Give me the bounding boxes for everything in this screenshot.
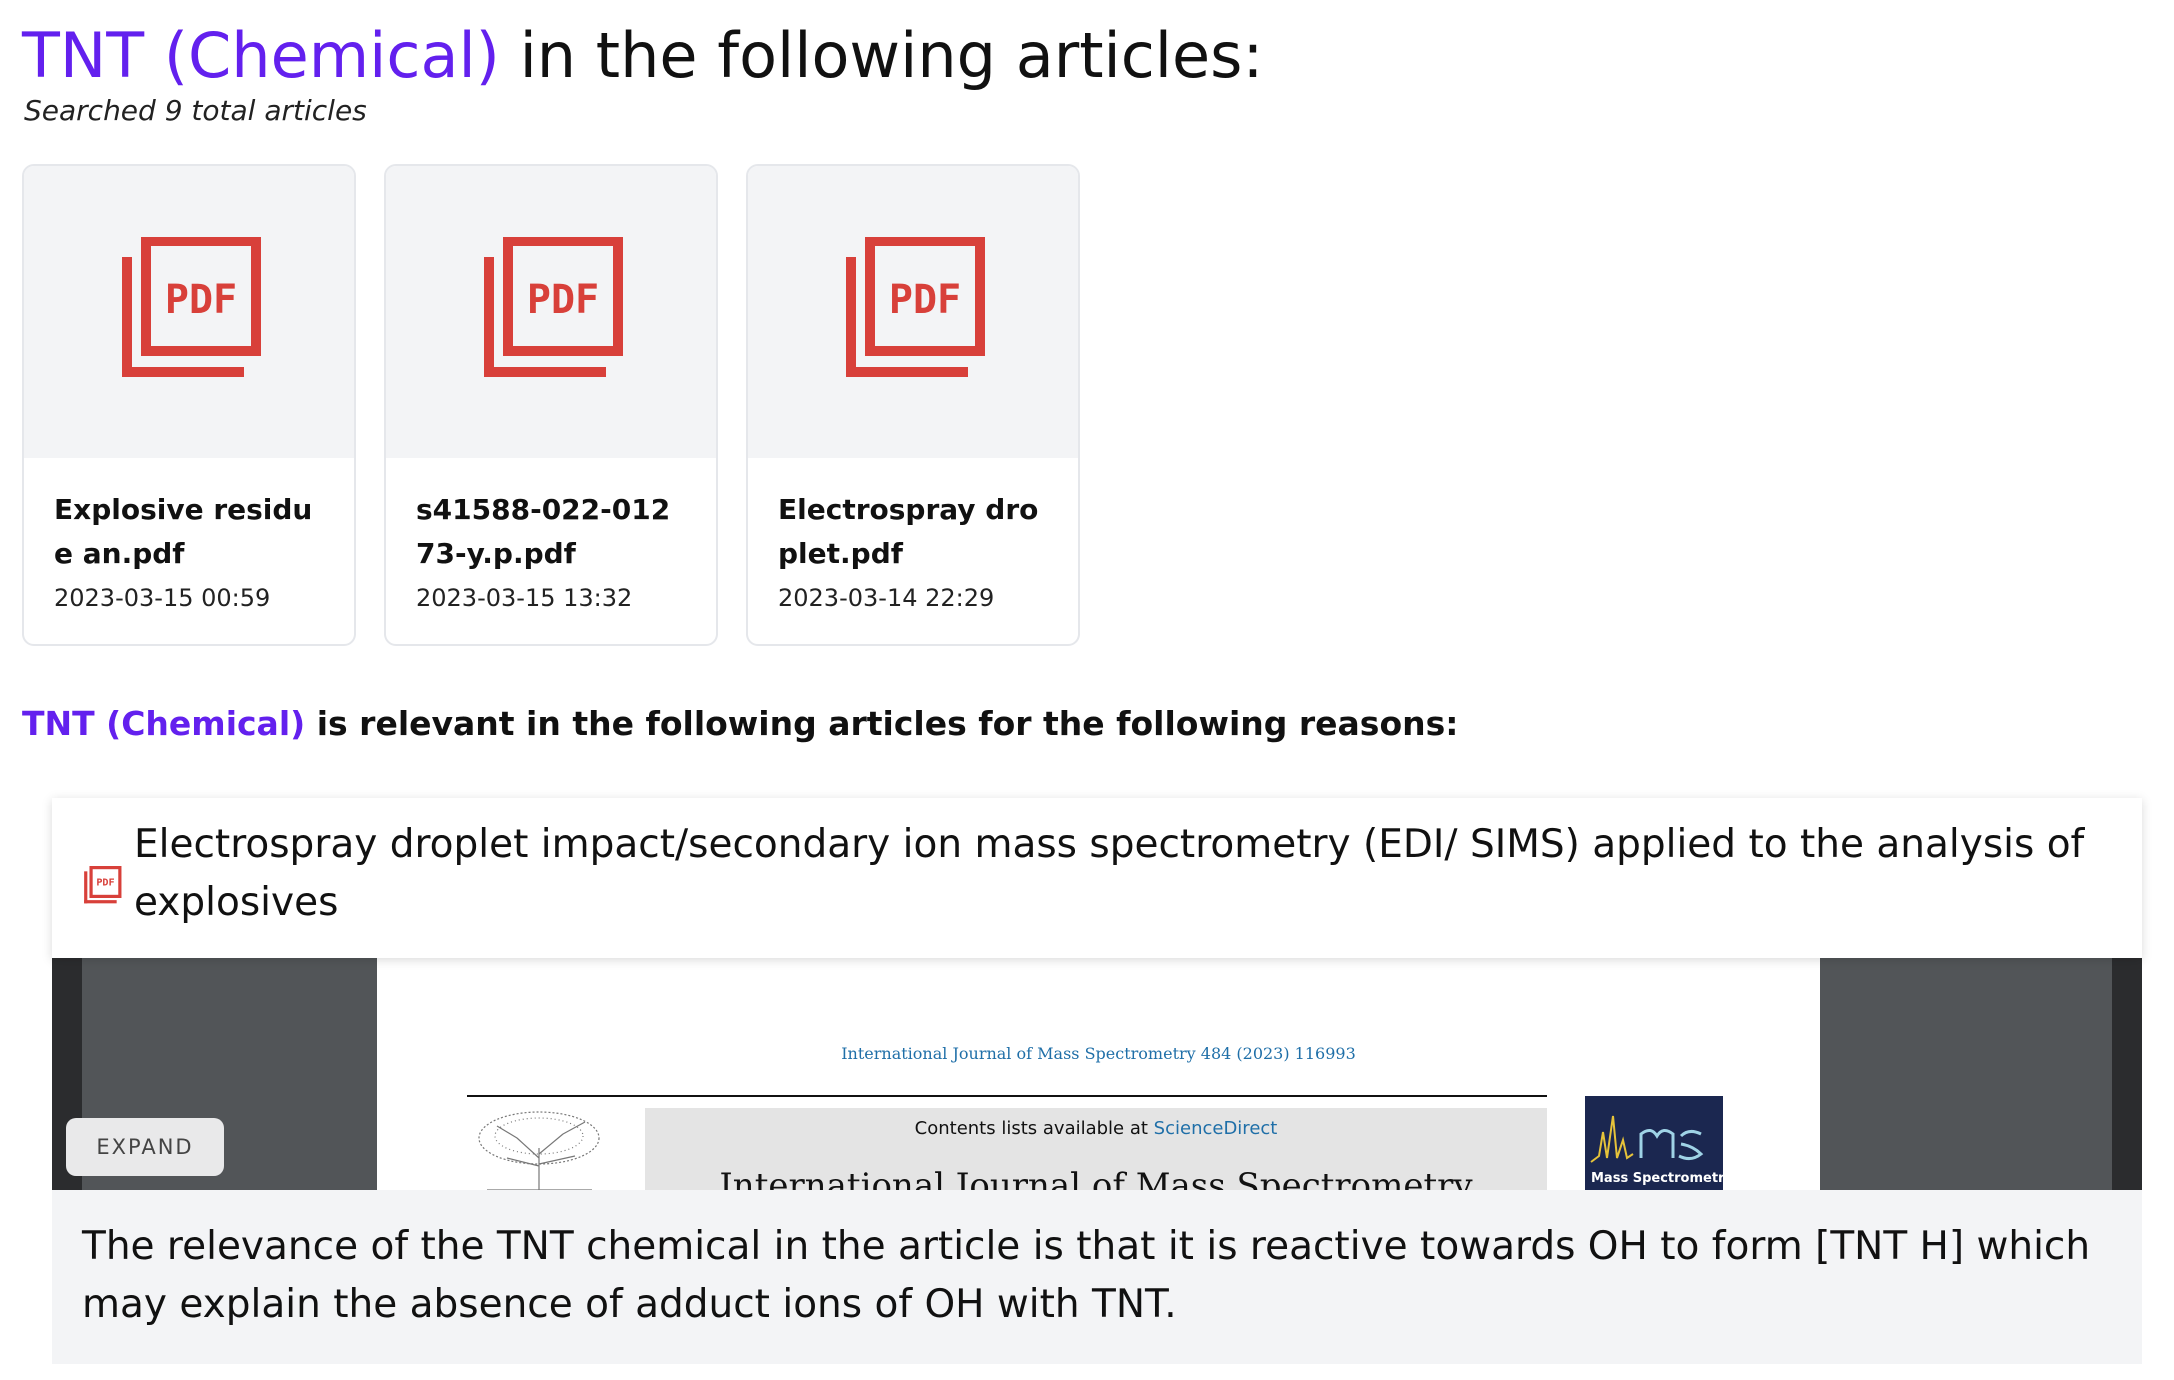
search-summary: Searched 9 total articles <box>24 94 367 127</box>
contents-box: Contents lists available at ScienceDirec… <box>645 1108 1547 1190</box>
svg-text:PDF: PDF <box>889 277 961 323</box>
journal-cover: Mass Spectrometry <box>1585 1096 1723 1190</box>
preview-margin-right <box>1818 958 2112 1190</box>
page-title: TNT (Chemical) in the following articles… <box>22 14 1263 98</box>
article-file-name: Explosive residue an.pdf <box>54 493 313 570</box>
article-thumbnail: PDF <box>386 166 716 458</box>
article-card[interactable]: PDF s41588-022-01273-y.p.pdf 2023-03-15 … <box>384 164 718 646</box>
article-cards: PDF Explosive residue an.pdf 2023-03-15 … <box>22 164 1080 646</box>
journal-citation: International Journal of Mass Spectromet… <box>841 1044 1356 1063</box>
article-card[interactable]: PDF Electrospray droplet.pdf 2023-03-14 … <box>746 164 1080 646</box>
article-date: 2023-03-14 22:29 <box>778 584 995 612</box>
journal-name: International Journal of Mass Spectromet… <box>719 1166 1473 1190</box>
svg-text:PDF: PDF <box>96 878 114 889</box>
reason-panel: PDF Electrospray droplet impact/secondar… <box>52 798 2142 1364</box>
reason-article-header[interactable]: PDF Electrospray droplet impact/secondar… <box>52 798 2142 958</box>
entity-name[interactable]: TNT (Chemical) <box>22 704 305 743</box>
article-thumbnail: PDF <box>748 166 1078 458</box>
contents-line: Contents lists available at ScienceDirec… <box>645 1118 1547 1139</box>
article-file-name: Electrospray droplet.pdf <box>778 493 1039 570</box>
page-title-suffix: in the following articles: <box>499 19 1264 92</box>
entity-name[interactable]: TNT (Chemical) <box>22 19 500 92</box>
svg-text:PDF: PDF <box>165 277 237 323</box>
preview-page: International Journal of Mass Spectromet… <box>377 958 1820 1190</box>
reasons-heading-suffix: is relevant in the following articles fo… <box>305 704 1459 743</box>
pdf-icon: PDF <box>484 237 623 377</box>
pdf-icon: PDF <box>122 237 261 377</box>
article-date: 2023-03-15 00:59 <box>54 584 271 612</box>
expand-button[interactable]: EXPAND <box>66 1118 224 1176</box>
journal-cover-title: Mass Spectrometry <box>1591 1171 1723 1186</box>
document-preview: International Journal of Mass Spectromet… <box>52 958 2142 1190</box>
header-rule <box>467 1095 1547 1097</box>
contents-prefix: Contents lists available at <box>914 1118 1154 1139</box>
reason-article-title[interactable]: Electrospray droplet impact/secondary io… <box>134 816 2112 932</box>
relevance-explanation: The relevance of the TNT chemical in the… <box>52 1190 2142 1364</box>
svg-text:PDF: PDF <box>527 277 599 323</box>
article-date: 2023-03-15 13:32 <box>416 584 633 612</box>
publisher-tree-logo <box>478 1111 600 1190</box>
article-card[interactable]: PDF Explosive residue an.pdf 2023-03-15 … <box>22 164 356 646</box>
reasons-heading: TNT (Chemical) is relevant in the follow… <box>22 704 1458 743</box>
article-thumbnail: PDF <box>24 166 354 458</box>
sciencedirect-link: ScienceDirect <box>1153 1118 1278 1139</box>
article-file-name: s41588-022-01273-y.p.pdf <box>416 493 671 570</box>
pdf-icon: PDF <box>846 237 985 377</box>
pdf-icon: PDF <box>84 866 122 904</box>
